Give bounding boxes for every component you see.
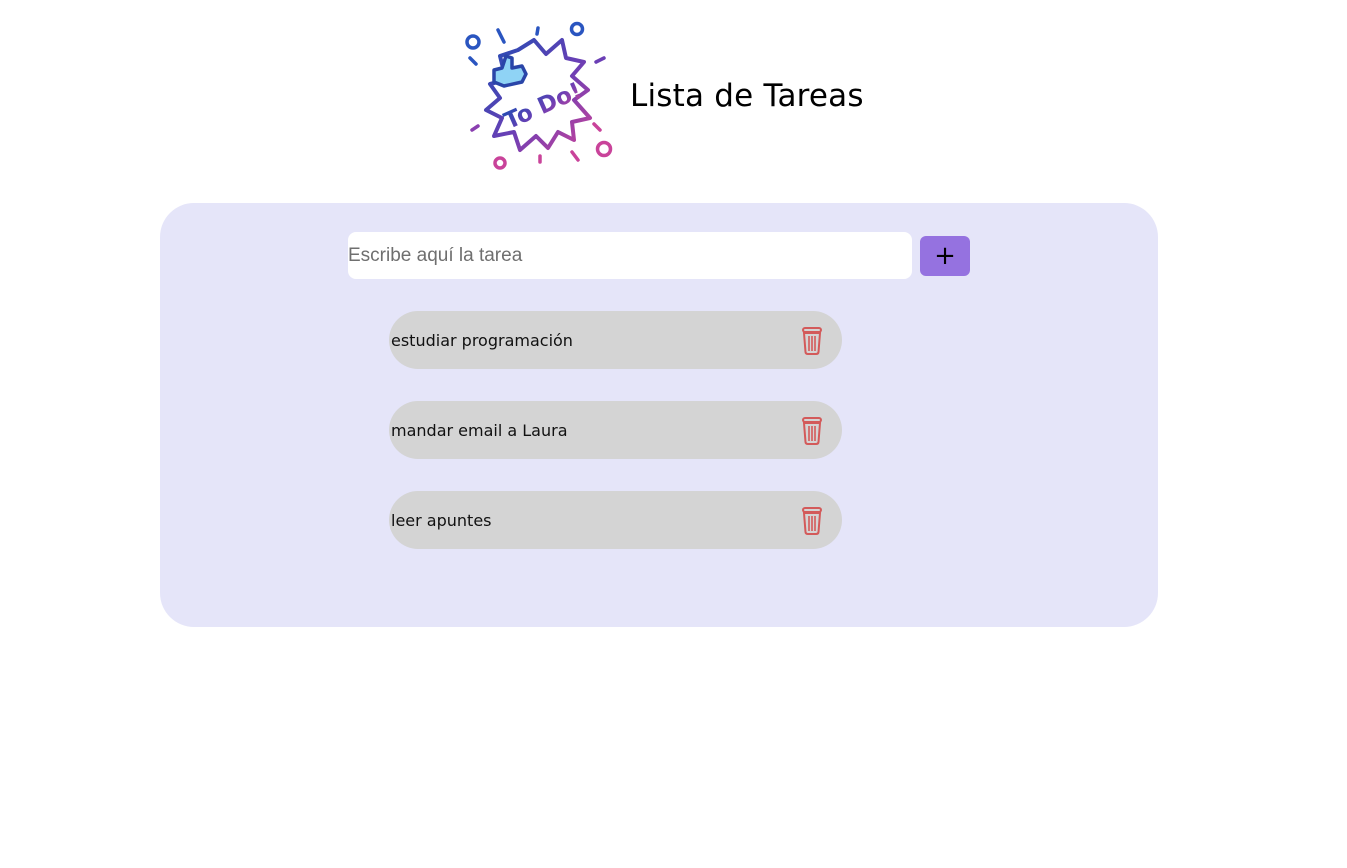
page-title: Lista de Tareas [630, 78, 864, 114]
task-text: estudiar programación [391, 330, 573, 350]
task-text: mandar email a Laura [391, 420, 568, 440]
trash-icon [802, 417, 822, 445]
app-header: To Do! Lista de Tareas [462, 18, 864, 174]
trash-icon [802, 327, 822, 355]
trash-icon [802, 507, 822, 535]
list-item: estudiar programación [389, 311, 842, 369]
todo-burst-logo-icon: To Do! [465, 21, 613, 170]
delete-task-button[interactable] [800, 327, 824, 355]
list-item: leer apuntes [389, 491, 842, 549]
list-item: mandar email a Laura [389, 401, 842, 459]
task-text: leer apuntes [391, 510, 492, 530]
task-input[interactable] [348, 232, 912, 279]
add-task-button[interactable]: + [920, 236, 970, 276]
delete-task-button[interactable] [800, 507, 824, 535]
todo-panel: + estudiar programación mandar email a L… [160, 203, 1158, 627]
delete-task-button[interactable] [800, 417, 824, 445]
task-list: estudiar programación mandar email a Lau… [389, 311, 842, 581]
